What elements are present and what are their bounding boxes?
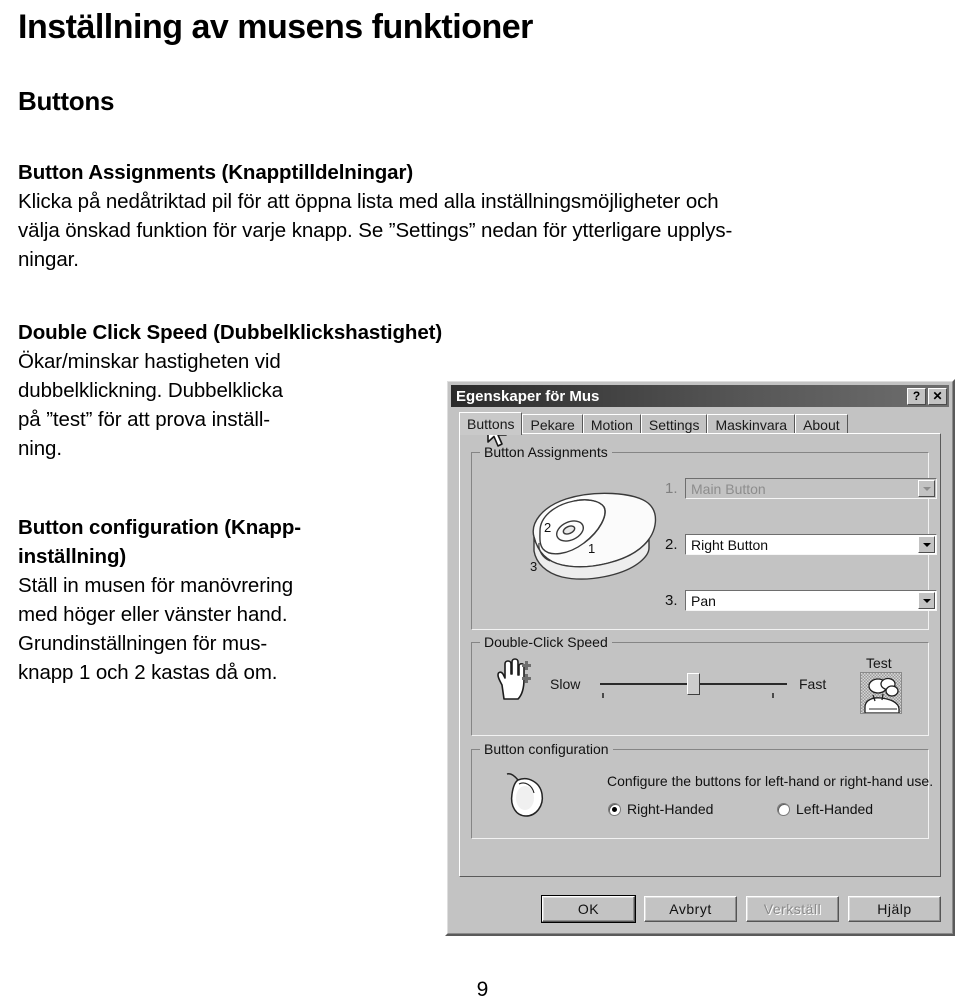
tab-settings[interactable]: Settings bbox=[640, 414, 708, 434]
pointing-hand-icon bbox=[497, 658, 531, 700]
radio-label-right-handed: Right-Handed bbox=[627, 801, 714, 817]
body-line: knapp 1 och 2 kastas då om. bbox=[18, 661, 278, 684]
mouse-label-2: 2 bbox=[544, 520, 551, 535]
text-block-button-assignments: Button Assignments (Knapptilldelningar) … bbox=[18, 158, 946, 274]
chevron-down-icon[interactable] bbox=[918, 592, 935, 609]
assignment-combo-3[interactable]: Pan bbox=[685, 590, 937, 611]
body-line: Ställ in musen för manövrering bbox=[18, 574, 294, 597]
mouse-properties-dialog: Egenskaper för Mus ? ✕ Buttons Pekare Mo… bbox=[445, 379, 955, 936]
double-click-test-area[interactable] bbox=[860, 672, 902, 714]
cancel-button[interactable]: Avbryt bbox=[644, 896, 737, 922]
triangle-glyph bbox=[922, 486, 931, 491]
chevron-down-icon[interactable] bbox=[918, 536, 935, 553]
dialog-action-buttons: OK Avbryt Verkställ Hjälp bbox=[459, 895, 941, 923]
page-title: Inställning av musens funktioner bbox=[18, 8, 533, 46]
slider-tick bbox=[602, 693, 604, 698]
mouse-label-3: 3 bbox=[530, 559, 537, 574]
block-heading-line: Button configuration (Knapp- bbox=[18, 516, 301, 539]
radio-right-handed[interactable]: Right-Handed bbox=[608, 801, 713, 817]
test-label: Test bbox=[866, 655, 892, 671]
group-button-configuration: Button configuration Configure the butto… bbox=[471, 741, 933, 839]
slider-tick bbox=[772, 693, 774, 698]
slider-thumb[interactable] bbox=[687, 673, 700, 695]
assignment-index-2: 2. bbox=[665, 536, 678, 553]
assignment-combo-1[interactable]: Main Button bbox=[685, 478, 937, 499]
page-folio: 9 bbox=[0, 978, 960, 1002]
tab-about[interactable]: About bbox=[795, 414, 848, 434]
radio-label-left-handed: Left-Handed bbox=[796, 801, 874, 817]
group-button-assignments: Button Assignments 1 2 3 1. Main Button … bbox=[471, 444, 937, 630]
assignment-row-1: 1. Main Button bbox=[665, 478, 937, 499]
tab-page-buttons: Button Assignments 1 2 3 1. Main Button … bbox=[459, 433, 941, 877]
slider-label-slow: Slow bbox=[550, 676, 581, 692]
dialog-title: Egenskaper för Mus bbox=[456, 387, 600, 405]
body-line: Grundinställningen för mus- bbox=[18, 632, 268, 655]
tab-pekare[interactable]: Pekare bbox=[522, 414, 583, 434]
ok-button[interactable]: OK bbox=[541, 895, 636, 923]
close-icon[interactable]: ✕ bbox=[928, 387, 947, 405]
block-body: Klicka på nedåtriktad pil för att öppna … bbox=[18, 187, 946, 274]
mouse-label-1: 1 bbox=[588, 541, 595, 556]
block-heading: Double Click Speed (Dubbelklickshastighe… bbox=[18, 321, 443, 344]
body-line: ningar. bbox=[18, 248, 79, 271]
triangle-glyph bbox=[922, 598, 931, 603]
body-line: med höger eller vänster hand. bbox=[18, 603, 288, 626]
tab-maskinvara[interactable]: Maskinvara bbox=[707, 414, 796, 434]
group-double-click-speed: Double-Click Speed Slow Fast Test bbox=[471, 634, 929, 736]
assignment-row-3: 3. Pan bbox=[665, 590, 937, 611]
group-legend-button-configuration: Button configuration bbox=[480, 741, 613, 757]
slider-label-fast: Fast bbox=[799, 676, 827, 692]
group-legend-double-click-speed: Double-Click Speed bbox=[480, 634, 612, 650]
assignment-combo-2-value: Right Button bbox=[691, 536, 769, 553]
radio-icon-unchecked[interactable] bbox=[777, 802, 790, 816]
text-block-button-configuration: Button configuration (Knapp- inställning… bbox=[18, 513, 418, 687]
chevron-down-icon[interactable] bbox=[918, 480, 935, 497]
button-configuration-description: Configure the buttons for left-hand or r… bbox=[607, 773, 934, 789]
assignment-combo-3-value: Pan bbox=[691, 592, 716, 609]
jack-in-the-box-icon bbox=[864, 677, 900, 713]
section-heading: Buttons bbox=[18, 86, 115, 116]
body-line: Ökar/minskar hastigheten vid bbox=[18, 350, 281, 373]
tab-motion[interactable]: Motion bbox=[582, 414, 641, 434]
triangle-glyph bbox=[922, 542, 931, 547]
block-heading: Button Assignments (Knapptilldelningar) bbox=[18, 161, 414, 184]
group-legend-button-assignments: Button Assignments bbox=[480, 444, 612, 460]
assignment-combo-2[interactable]: Right Button bbox=[685, 534, 937, 555]
mouse-small-icon bbox=[506, 773, 544, 817]
mouse-illustration-icon: 1 2 3 bbox=[530, 492, 657, 580]
body-line: Klicka på nedåtriktad pil för att öppna … bbox=[18, 190, 719, 213]
radio-icon-checked[interactable] bbox=[608, 802, 621, 816]
tab-buttons[interactable]: Buttons bbox=[459, 412, 523, 435]
block-heading-line: inställning) bbox=[18, 545, 127, 568]
dialog-titlebar: Egenskaper för Mus ? ✕ bbox=[451, 385, 949, 407]
assignment-row-2: 2. Right Button bbox=[665, 534, 937, 555]
body-line: välja önskad funktion för varje knapp. S… bbox=[18, 219, 733, 242]
radio-left-handed[interactable]: Left-Handed bbox=[777, 801, 873, 817]
assignment-combo-1-value: Main Button bbox=[691, 480, 766, 497]
help-button[interactable]: Hjälp bbox=[848, 896, 941, 922]
help-icon[interactable]: ? bbox=[907, 387, 926, 405]
assignment-index-3: 3. bbox=[665, 592, 678, 609]
block-heading: Button configuration (Knapp- inställning… bbox=[18, 513, 418, 571]
block-body: Ställ in musen för manövrering med höger… bbox=[18, 571, 418, 687]
assignment-index-1: 1. bbox=[665, 480, 678, 497]
apply-button: Verkställ bbox=[746, 896, 839, 922]
tabstrip: Buttons Pekare Motion Settings Maskinvar… bbox=[459, 412, 941, 435]
page-number: 9 bbox=[476, 978, 489, 1001]
